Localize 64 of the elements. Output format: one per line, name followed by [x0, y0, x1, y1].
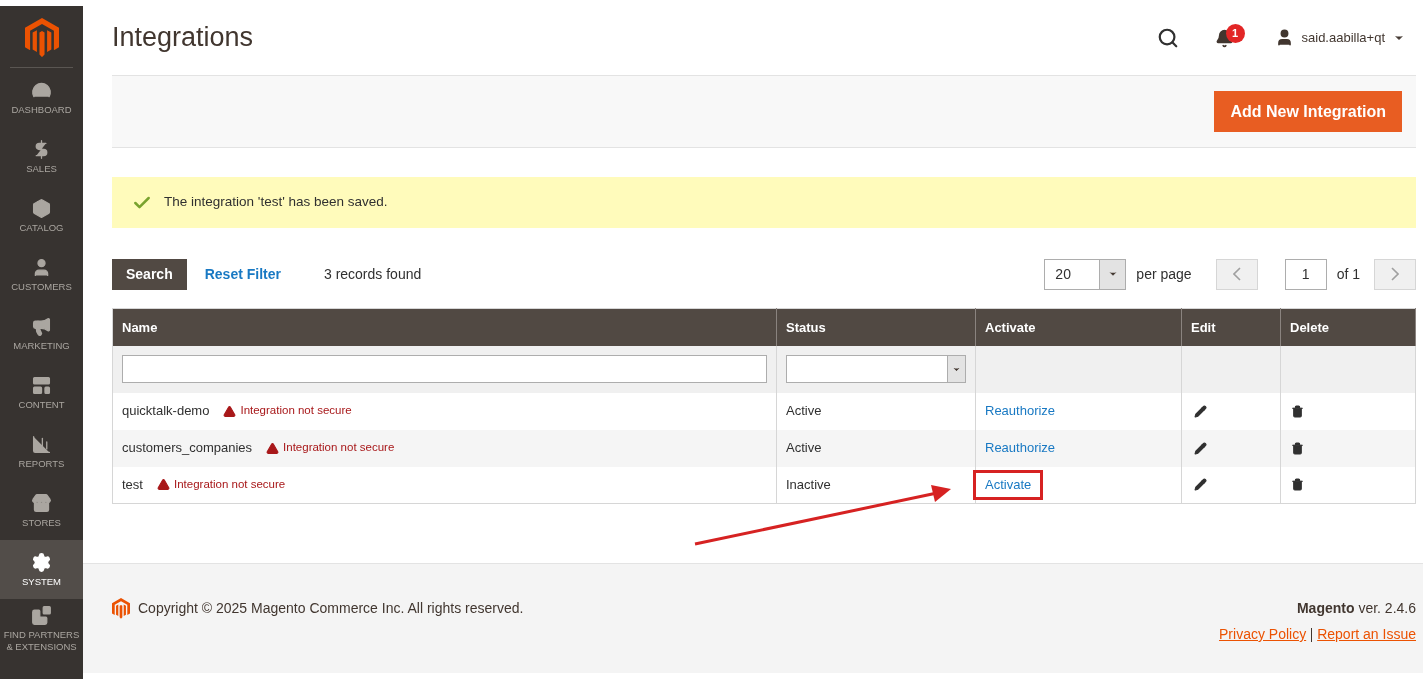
- page-input[interactable]: 1: [1284, 258, 1327, 290]
- copyright-text: Copyright © 2025 Magento Commerce Inc. All rights reserved.: [138, 599, 524, 618]
- warning-icon: [266, 441, 280, 455]
- per-page-label: per page: [1136, 264, 1192, 284]
- store-icon: [31, 492, 52, 514]
- blocks-icon: [31, 604, 52, 626]
- search-icon[interactable]: [1156, 26, 1179, 49]
- delete-icon[interactable]: [1291, 404, 1304, 418]
- activate-link[interactable]: Reauthorize: [985, 438, 1056, 458]
- column-header[interactable]: Edit: [1181, 308, 1281, 346]
- nav-item[interactable]: MARKETING: [0, 304, 83, 364]
- column-header[interactable]: Delete: [1280, 308, 1416, 346]
- page-title: Integrations: [112, 21, 254, 55]
- column-header[interactable]: Name: [112, 308, 777, 346]
- nav-item[interactable]: FIND PARTNERS & EXTENSIONS: [0, 599, 83, 659]
- name-filter-field[interactable]: [122, 355, 767, 383]
- notification-badge: 1: [1225, 23, 1245, 43]
- message-text: The integration 'test' has been saved.: [164, 193, 388, 212]
- reset-filter-link[interactable]: Reset Filter: [204, 263, 281, 285]
- column-header[interactable]: Status: [776, 308, 976, 346]
- nav-item[interactable]: SALES: [0, 127, 83, 187]
- chevron-left-icon: [1232, 267, 1241, 281]
- nav-item[interactable]: DASHBOARD: [0, 68, 83, 128]
- footer-link[interactable]: Report an Issue: [1317, 624, 1416, 645]
- box-icon: [31, 197, 52, 219]
- add-new-integration-button[interactable]: Add New Integration: [1214, 91, 1402, 132]
- version-text: Magento ver. 2.4.6: [1296, 599, 1416, 618]
- table-cell-text: customers_companies: [122, 439, 253, 458]
- nav-item[interactable]: STORES: [0, 481, 83, 541]
- logo-icon: [112, 598, 130, 619]
- warning-icon: [223, 404, 237, 418]
- nav-item[interactable]: SYSTEM: [0, 540, 83, 600]
- warning-icon: [156, 478, 170, 492]
- warning-text: Integration not secure: [240, 403, 352, 419]
- layout-icon: [31, 374, 52, 396]
- nav-item[interactable]: CUSTOMERS: [0, 245, 83, 305]
- nav-item[interactable]: REPORTS: [0, 422, 83, 482]
- per-page-select[interactable]: 20: [1044, 258, 1127, 290]
- table-cell: Active: [776, 429, 976, 467]
- edit-icon[interactable]: [1194, 478, 1207, 492]
- table-cell: Active: [776, 392, 976, 430]
- delete-icon[interactable]: [1291, 441, 1304, 455]
- settings-icon: [31, 551, 52, 573]
- footer-link[interactable]: Privacy Policy: [1219, 624, 1307, 645]
- search-button[interactable]: Search: [112, 258, 187, 290]
- activate-link[interactable]: Reauthorize: [985, 401, 1056, 421]
- column-header[interactable]: Activate: [975, 308, 1182, 346]
- caret-icon: [1107, 269, 1118, 279]
- table-cell-text: quicktalk-demo: [122, 402, 210, 421]
- user-name[interactable]: said.aabilla+qt: [1301, 27, 1385, 48]
- chevron-right-icon: [1391, 267, 1399, 281]
- edit-icon[interactable]: [1194, 441, 1207, 455]
- logo-icon: [24, 18, 59, 58]
- nav-item[interactable]: CATALOG: [0, 186, 83, 246]
- warning-text: Integration not secure: [283, 440, 395, 456]
- warning-text: Integration not secure: [173, 477, 286, 493]
- records-count: 3 records found: [323, 264, 422, 284]
- megaphone-icon: [31, 315, 52, 337]
- activate-link[interactable]: Activate: [973, 470, 1044, 500]
- nav-item[interactable]: CONTENT: [0, 363, 83, 423]
- delete-icon[interactable]: [1291, 478, 1304, 492]
- table-cell-text: test: [122, 476, 143, 494]
- edit-icon[interactable]: [1194, 404, 1207, 418]
- page-total: of 1: [1336, 264, 1360, 284]
